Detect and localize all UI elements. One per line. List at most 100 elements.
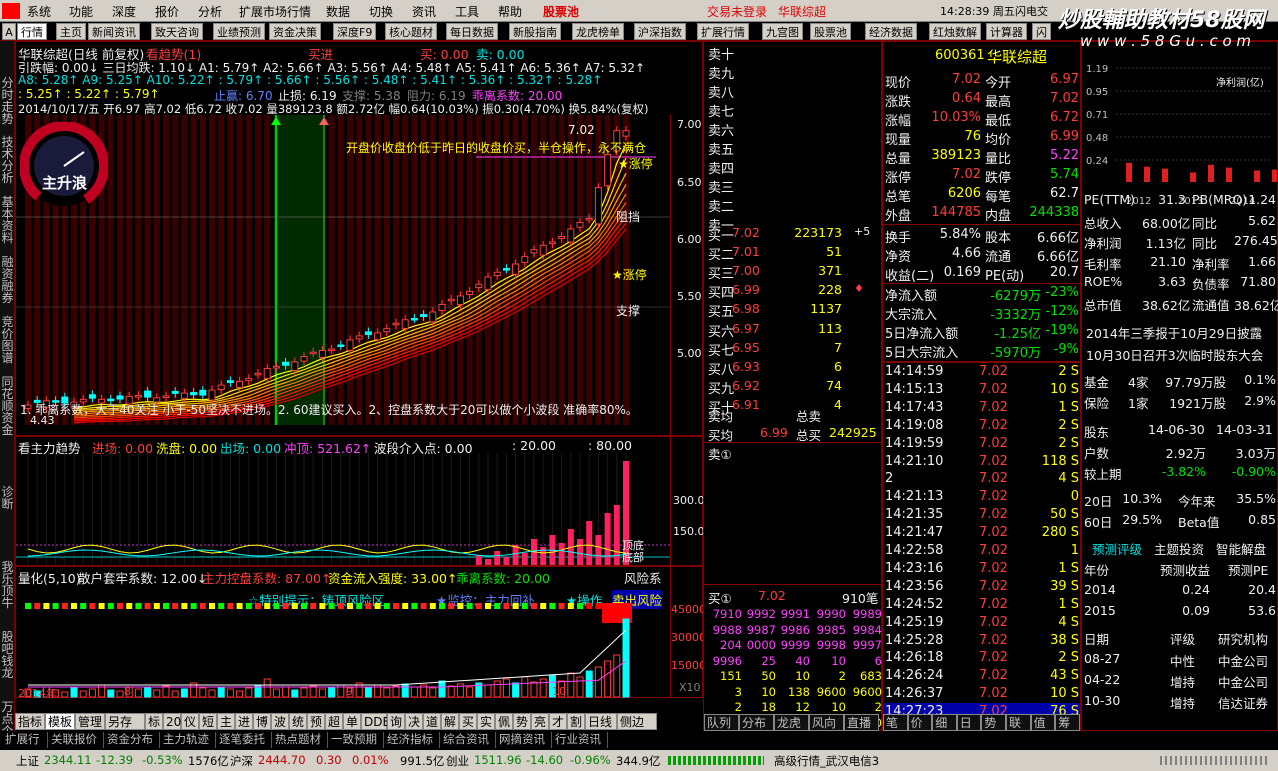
- function-tab[interactable]: 逐笔委托: [216, 732, 272, 748]
- menu-stock-pool[interactable]: 股票池: [543, 3, 579, 20]
- trend-chart[interactable]: [16, 453, 670, 565]
- function-tab[interactable]: 一致预期: [328, 732, 384, 748]
- indicator-tab[interactable]: 博: [253, 713, 271, 730]
- menu-depth[interactable]: 深度: [112, 3, 136, 20]
- tab-daily-data[interactable]: 每日数据: [446, 23, 498, 40]
- menu-function[interactable]: 功能: [69, 3, 93, 20]
- tick-tab[interactable]: 值: [1030, 714, 1056, 731]
- sh-index-name[interactable]: 上证: [16, 753, 39, 769]
- tick-tab[interactable]: 价: [907, 714, 933, 731]
- indicator-tab[interactable]: 询: [387, 713, 405, 730]
- order-book-tab[interactable]: 分布: [739, 714, 774, 731]
- tab-economic-data[interactable]: 经济数据: [865, 23, 917, 40]
- tick-tab[interactable]: 笔: [883, 714, 908, 731]
- indicator-tab[interactable]: 超: [325, 713, 343, 730]
- sz-index-name[interactable]: 沪深: [230, 753, 253, 769]
- indicator-tab[interactable]: 解: [441, 713, 459, 730]
- quant-chart[interactable]: [16, 603, 670, 699]
- tab-fund-decision[interactable]: 资金决策: [269, 23, 321, 40]
- function-tab[interactable]: 关联报价: [48, 732, 104, 748]
- menu-extended-market[interactable]: 扩展市场行情: [239, 3, 311, 20]
- server-name[interactable]: 高级行情_武汉电信3: [774, 753, 879, 769]
- tick-tab[interactable]: 筹: [1055, 714, 1080, 731]
- indicator-tab[interactable]: 进: [235, 713, 253, 730]
- side-tab-basic-info[interactable]: 基本资料: [1, 196, 14, 244]
- tick-tab[interactable]: 势: [981, 714, 1006, 731]
- fund-tab[interactable]: 预测评级: [1092, 539, 1142, 558]
- menu-quote[interactable]: 报价: [155, 3, 179, 20]
- indicator-tab[interactable]: 割: [567, 713, 585, 730]
- order-book-tab[interactable]: 直播: [844, 714, 879, 731]
- tab-nine-grid[interactable]: 九宫图: [762, 23, 803, 40]
- side-tab-ths-fund[interactable]: 同花顺资金: [1, 376, 14, 436]
- kline-chart[interactable]: [16, 115, 704, 435]
- menu-analysis[interactable]: 分析: [198, 3, 222, 20]
- tab-consult[interactable]: 致天咨询: [151, 23, 203, 40]
- menu-switch[interactable]: 切换: [369, 3, 393, 20]
- tab-candle-solver[interactable]: 红烛数解: [929, 23, 981, 40]
- menu-tools[interactable]: 工具: [455, 3, 479, 20]
- indicator-tab[interactable]: 单: [343, 713, 361, 730]
- order-book-tab[interactable]: 风向: [809, 714, 844, 731]
- indicator-tab[interactable]: 实: [477, 713, 495, 730]
- indicator-tab[interactable]: 指标: [15, 713, 45, 730]
- indicator-tab[interactable]: 主: [217, 713, 235, 730]
- menu-data[interactable]: 数据: [326, 3, 350, 20]
- menu-help[interactable]: 帮助: [498, 3, 522, 20]
- indicator-tab[interactable]: 才: [549, 713, 567, 730]
- menu-news[interactable]: 资讯: [412, 3, 436, 20]
- indicator-tab[interactable]: 仪: [181, 713, 199, 730]
- indicator-tab[interactable]: 势: [513, 713, 531, 730]
- side-tab-auction[interactable]: 竞价图谱: [1, 316, 14, 364]
- indicator-tab[interactable]: 日线: [585, 713, 617, 730]
- trade-login-status[interactable]: 交易未登录: [707, 3, 767, 20]
- indicator-tab[interactable]: 模板: [45, 713, 75, 730]
- indicator-tab[interactable]: 亮: [531, 713, 549, 730]
- tab-stock-pool[interactable]: 股票池: [810, 23, 851, 40]
- tab-depth-f9[interactable]: 深度F9: [333, 23, 377, 40]
- function-tab[interactable]: 资金分布: [104, 732, 160, 748]
- tab-calculator[interactable]: 计算器: [986, 23, 1027, 40]
- indicator-tab[interactable]: 管理: [75, 713, 105, 730]
- function-tab[interactable]: 主力轨迹: [160, 732, 216, 748]
- indicator-tab[interactable]: 买: [459, 713, 477, 730]
- function-tab[interactable]: 经济指标: [384, 732, 440, 748]
- indicator-tab[interactable]: DDE: [361, 713, 390, 730]
- tab-core-theme[interactable]: 核心题材: [385, 23, 437, 40]
- tick-tab[interactable]: 日: [956, 714, 982, 731]
- indicator-tab[interactable]: 决: [405, 713, 423, 730]
- tick-tab[interactable]: 细: [932, 714, 957, 731]
- tab-earnings[interactable]: 业绩预测: [213, 23, 265, 40]
- indicator-tab[interactable]: 20: [163, 713, 181, 730]
- side-tab-technical[interactable]: 技术分析: [1, 136, 14, 184]
- indicator-tab[interactable]: 标: [145, 713, 163, 730]
- function-tab[interactable]: 综合资讯: [440, 732, 496, 748]
- indicator-tab[interactable]: 统: [289, 713, 307, 730]
- indicator-tab[interactable]: 短: [199, 713, 217, 730]
- tab-ipo-guide[interactable]: 新股指南: [509, 23, 561, 40]
- order-book-tab[interactable]: 龙虎: [774, 714, 809, 731]
- tab-news[interactable]: 新闻资讯: [88, 23, 140, 40]
- indicator-tab[interactable]: 另存为: [105, 713, 145, 745]
- tab-letter-a[interactable]: A: [2, 23, 16, 40]
- function-tab[interactable]: 行业资讯: [552, 732, 608, 748]
- indicator-tab[interactable]: 道: [423, 713, 441, 730]
- indicator-tab[interactable]: 侧边栏: [617, 713, 657, 745]
- tab-home[interactable]: 主页: [56, 23, 86, 40]
- function-tab[interactable]: 网摘资讯: [496, 732, 552, 748]
- cy-index-name[interactable]: 创业: [446, 753, 469, 769]
- tick-tab[interactable]: 联: [1006, 714, 1031, 731]
- tab-dragon-tiger[interactable]: 龙虎榜单: [572, 23, 624, 40]
- menu-system[interactable]: 系统: [27, 3, 51, 20]
- indicator-tab[interactable]: 预: [307, 713, 325, 730]
- tab-flash[interactable]: 闪: [1032, 23, 1051, 40]
- function-tab[interactable]: 扩展行: [2, 732, 48, 748]
- tab-quote[interactable]: 行情: [17, 23, 47, 40]
- fund-tab[interactable]: 智能解盘: [1216, 539, 1266, 558]
- function-tab[interactable]: 热点题材: [272, 732, 328, 748]
- order-book-tab[interactable]: 队列: [704, 714, 739, 731]
- side-tab-intraday[interactable]: 分时走势: [1, 77, 14, 125]
- indicator-tab[interactable]: 波: [271, 713, 289, 730]
- indicator-tab[interactable]: 佩: [495, 713, 513, 730]
- tab-ext-quote[interactable]: 扩展行情: [697, 23, 749, 40]
